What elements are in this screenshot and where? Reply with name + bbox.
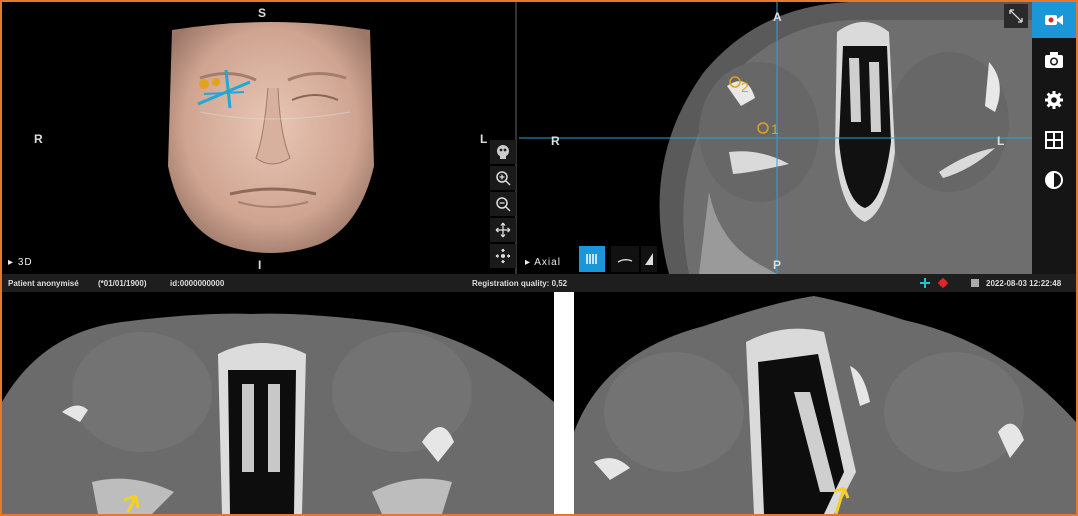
contrast-icon[interactable]	[1032, 162, 1076, 198]
tracking-tool-icon	[920, 278, 930, 290]
zoom-out-icon[interactable]	[490, 192, 516, 216]
center-icon[interactable]	[490, 244, 516, 268]
orient-axial-right: R	[551, 134, 560, 148]
orient-right: R	[34, 132, 43, 146]
play-icon: ▸	[525, 257, 532, 268]
view-3d[interactable]: S R L I ▸ 3D	[2, 2, 517, 274]
ct-axial-postop	[574, 296, 1076, 514]
measure-icon[interactable]	[611, 246, 639, 272]
view-3d-label: ▸ 3D	[8, 257, 33, 268]
layout-grid-icon[interactable]	[1032, 122, 1076, 158]
view-axial-label-text: Axial	[534, 257, 561, 268]
play-icon: ▸	[8, 257, 15, 268]
zoom-in-icon[interactable]	[490, 166, 516, 190]
pan-icon[interactable]	[490, 218, 516, 242]
status-bar: Patient anonymisé (*01/01/1900) id:00000…	[2, 274, 1076, 292]
head-icon[interactable]	[490, 140, 516, 164]
axial-ct-slice: 2 1	[519, 2, 1032, 274]
patient-id: id:0000000000	[170, 278, 225, 288]
bottom-right-ct	[574, 292, 1076, 514]
axial-point-1: 1	[771, 121, 779, 137]
orient-axial-left: L	[997, 134, 1005, 148]
settings-icon[interactable]	[1032, 82, 1076, 118]
orient-anterior: A	[773, 10, 782, 24]
view-3d-tools	[490, 140, 516, 268]
datetime: 2022-08-03 12:22:48	[986, 278, 1062, 288]
patient-dob: (*01/01/1900)	[98, 278, 147, 288]
registration-quality: Registration quality: 0,52	[472, 278, 568, 288]
view-3d-label-text: 3D	[17, 257, 33, 268]
orient-left: L	[480, 132, 488, 146]
contrast-wedge-icon[interactable]	[641, 246, 657, 272]
orient-inferior: I	[258, 258, 262, 272]
tracking-status-icon	[938, 278, 948, 290]
storage-icon	[970, 278, 980, 290]
panel-divider	[554, 292, 574, 514]
record-icon[interactable]	[1032, 2, 1076, 38]
bone-window-icon[interactable]	[579, 246, 605, 272]
maximize-view-icon[interactable]	[1004, 4, 1028, 28]
camera-icon[interactable]	[1032, 42, 1076, 78]
patient-name: Patient anonymisé	[8, 278, 79, 288]
view-axial[interactable]: 2 1 A R L P ▸ Axial	[519, 2, 1032, 274]
view-axial-label: ▸ Axial	[525, 257, 561, 268]
right-toolbar	[1032, 2, 1076, 274]
ct-axial-preop	[2, 313, 554, 514]
orient-posterior: P	[773, 258, 782, 272]
face-3d-render	[168, 22, 374, 253]
app-frame: S R L I ▸ 3D 2 1 A R L P ▸ Axial Patient…	[2, 2, 1076, 514]
axial-point-2: 2	[741, 79, 749, 95]
bottom-left-ct	[2, 292, 554, 514]
